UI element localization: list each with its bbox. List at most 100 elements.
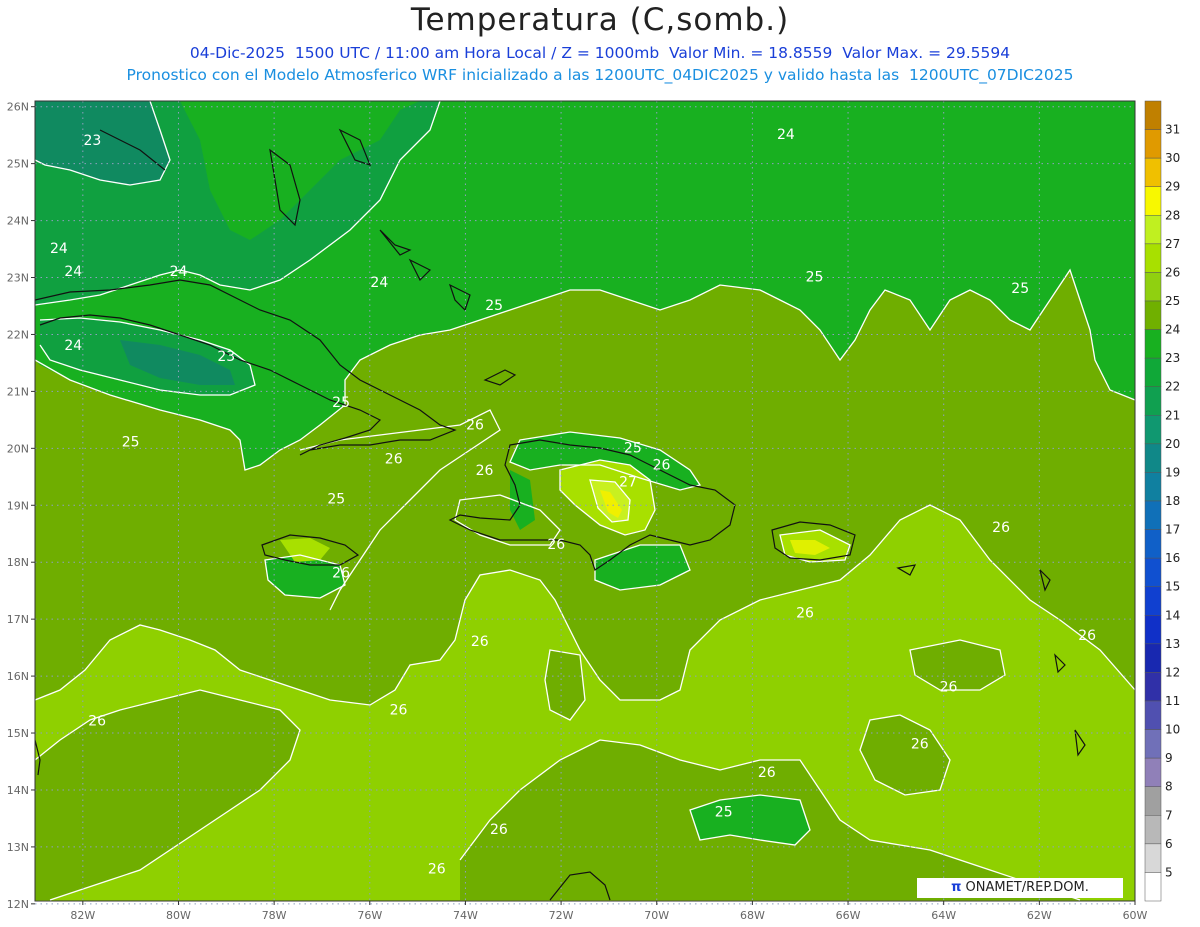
color-scale-bar: 31 30 29 28 27 26 25 24 23 22 21 20 19 18 17 16 15 14 13 12…: [1144, 100, 1180, 902]
contour-label: 25: [624, 440, 642, 456]
lat-label: 14N: [7, 784, 29, 797]
contour-label: 25: [806, 270, 824, 286]
colorbar-swatch: [1144, 300, 1162, 330]
lat-label: 16N: [7, 670, 29, 683]
colorbar-swatch: [1144, 872, 1162, 902]
contour-label: 26: [476, 463, 494, 479]
colorbar-swatch: [1144, 643, 1162, 673]
lon-label: 64W: [931, 909, 956, 922]
colorbar-swatch: [1144, 357, 1162, 387]
lon-label: 70W: [644, 909, 669, 922]
longitude-axis: 82W 80W 78W 76W 74W 72W 70W 68W 66W 64W 62W 60W: [70, 901, 1148, 922]
lon-label: 66W: [836, 909, 861, 922]
lat-label: 26N: [7, 101, 29, 114]
credit-box: π ONAMET/REP.DOM.: [917, 878, 1123, 898]
contour-label: 26: [471, 634, 489, 650]
contour-label: 26: [390, 702, 408, 718]
colorbar-label: 18: [1165, 494, 1180, 508]
contour-label: 25: [122, 435, 140, 451]
colorbar-label: 29: [1165, 180, 1180, 194]
colorbar-swatch: [1144, 815, 1162, 845]
lon-label: 82W: [70, 909, 95, 922]
colorbar-label: 7: [1165, 808, 1173, 822]
lat-label: 17N: [7, 613, 29, 626]
colorbar-swatch: [1144, 529, 1162, 559]
credit-text: ONAMET/REP.DOM.: [961, 880, 1089, 895]
lon-label: 68W: [740, 909, 765, 922]
contour-label: 26: [758, 765, 776, 781]
colorbar-label: 19: [1165, 465, 1180, 479]
colorbar-swatch: [1144, 557, 1162, 587]
colorbar-label: 11: [1165, 694, 1180, 708]
contour-label: 26: [653, 457, 671, 473]
colorbar-swatch: [1144, 500, 1162, 530]
colorbar-label: 14: [1165, 608, 1180, 622]
contour-label: 25: [327, 492, 345, 508]
lon-label: 72W: [549, 909, 574, 922]
colorbar-label: 27: [1165, 237, 1180, 251]
colorbar-label: 10: [1165, 723, 1180, 737]
colorbar-label: 28: [1165, 208, 1180, 222]
lat-label: 25N: [7, 158, 29, 171]
contour-label: 25: [1011, 281, 1029, 297]
colorbar-swatch: [1144, 672, 1162, 702]
lat-label: 18N: [7, 556, 29, 569]
colorbar-label: 26: [1165, 265, 1180, 279]
colorbar-label: 23: [1165, 351, 1180, 365]
colorbar-label: 12: [1165, 665, 1180, 679]
contour-label: 25: [715, 805, 733, 821]
contour-label: 26: [332, 566, 350, 582]
contour-label: 26: [547, 537, 565, 553]
colorbar-swatch: [1144, 786, 1162, 816]
colorbar-label: 31: [1165, 123, 1180, 137]
colorbar-swatch: [1144, 586, 1162, 616]
contour-label: 23: [217, 349, 235, 365]
colorbar-label: 13: [1165, 637, 1180, 651]
contour-label: 26: [490, 822, 508, 838]
lon-label: 78W: [262, 909, 287, 922]
lon-label: 62W: [1027, 909, 1052, 922]
colorbar-label: 24: [1165, 323, 1180, 337]
colorbar-label: 6: [1165, 837, 1173, 851]
contour-label: 26: [385, 452, 403, 468]
contour-label: 25: [332, 395, 350, 411]
colorbar-swatch: [1144, 757, 1162, 787]
colorbar-swatch: [1144, 415, 1162, 445]
colorbar-swatch: [1144, 129, 1162, 159]
colorbar-label: 9: [1165, 751, 1173, 765]
lon-label: 76W: [357, 909, 382, 922]
latitude-axis: 26N 25N 24N 23N 22N 21N 20N 19N 18N 17N 16N 15N 14N 1…: [7, 101, 35, 911]
contour-label: 24: [50, 241, 68, 257]
contour-label: 27: [619, 474, 637, 490]
colorbar-label: 20: [1165, 437, 1180, 451]
colorbar-swatch: [1144, 700, 1162, 730]
colorbar-swatch: [1144, 615, 1162, 645]
lat-label: 15N: [7, 727, 29, 740]
contour-label: 26: [1078, 628, 1096, 644]
lat-label: 23N: [7, 272, 29, 285]
colorbar-label: 30: [1165, 151, 1180, 165]
colorbar-swatch: [1144, 386, 1162, 416]
colorbar-label: 8: [1165, 780, 1173, 794]
lat-label: 19N: [7, 499, 29, 512]
colorbar-swatch: [1144, 843, 1162, 873]
colorbar-label: 16: [1165, 551, 1180, 565]
contour-label: 26: [992, 520, 1010, 536]
contour-label: 24: [64, 264, 82, 280]
lat-label: 20N: [7, 442, 29, 455]
colorbar-label: 21: [1165, 408, 1180, 422]
colorbar-swatch: [1144, 157, 1162, 187]
colorbar-swatch: [1144, 272, 1162, 302]
colorbar-swatch: [1144, 243, 1162, 273]
contour-label: 26: [428, 862, 446, 878]
contour-label: 26: [940, 679, 958, 695]
colorbar-swatch: [1144, 472, 1162, 502]
temperature-map: 23 24 24 24 24 24 25 25 25 24 23 25 26 25 25 26 26 26 27 25…: [7, 100, 1180, 922]
contour-label: 26: [796, 605, 814, 621]
colorbar-swatch: [1144, 729, 1162, 759]
colorbar-label: 15: [1165, 580, 1180, 594]
lat-label: 21N: [7, 385, 29, 398]
lat-label: 22N: [7, 328, 29, 341]
contour-label: 24: [777, 127, 795, 143]
lon-label: 74W: [453, 909, 478, 922]
